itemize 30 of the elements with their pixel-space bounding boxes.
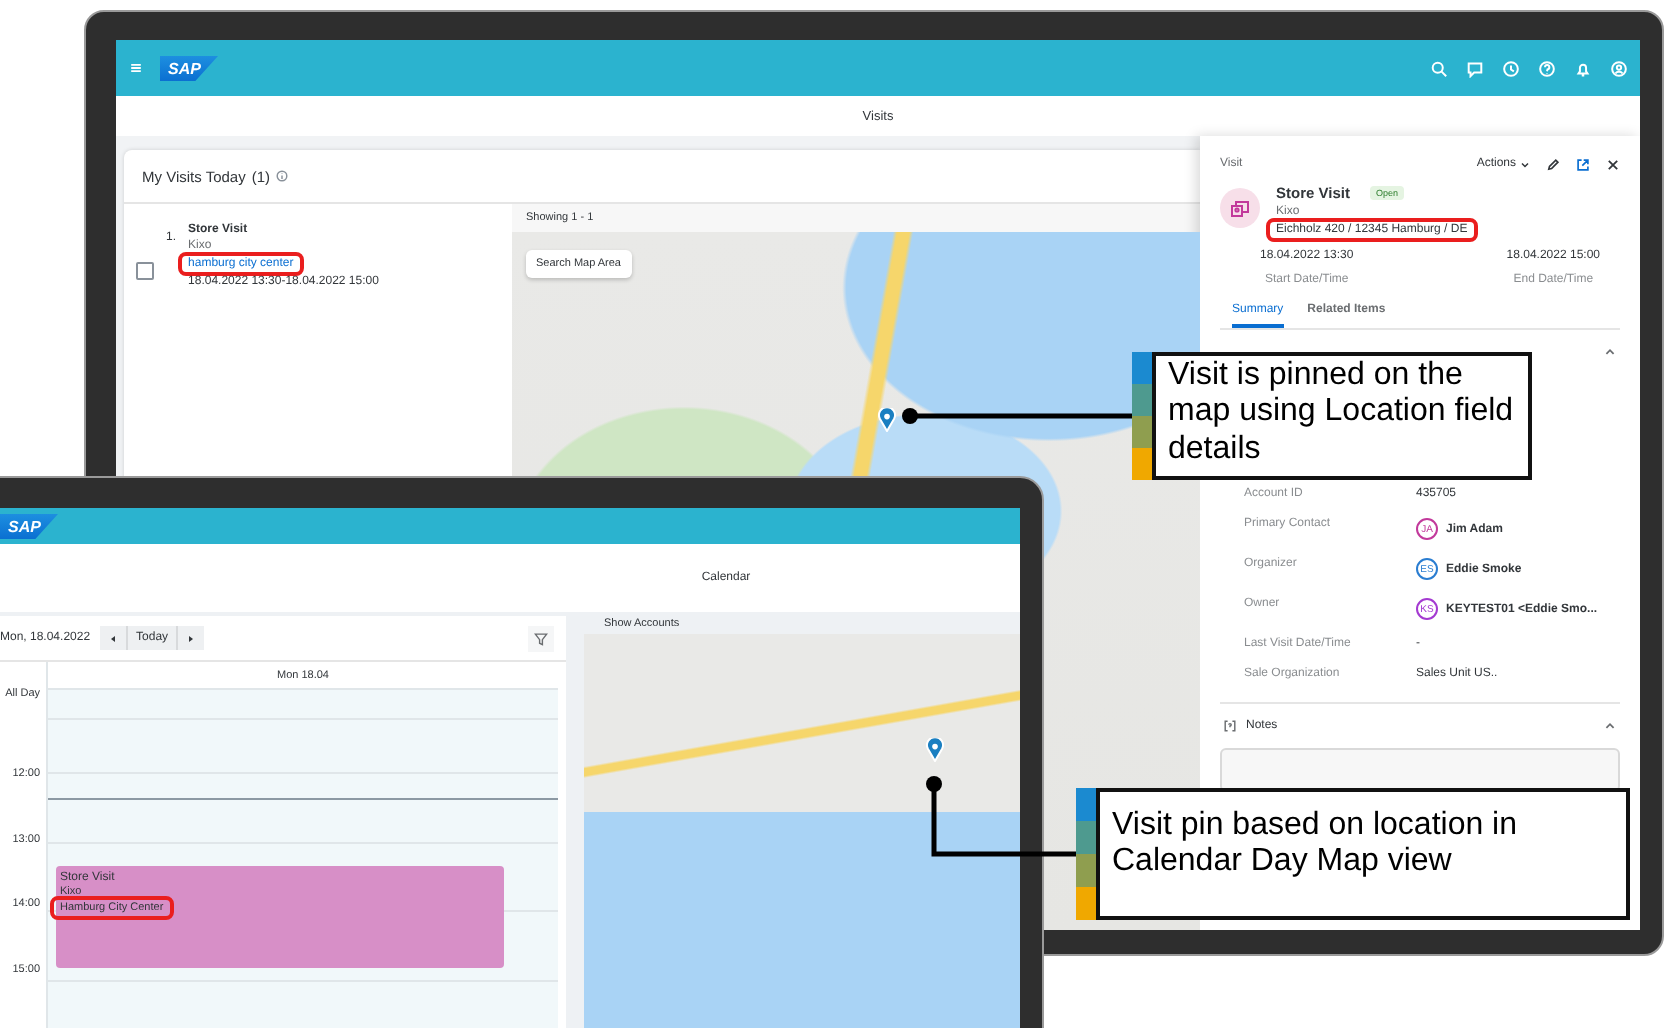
checkbox[interactable]: [136, 262, 154, 280]
caret-down-icon: [1520, 159, 1530, 169]
logo[interactable]: SAP: [0, 513, 59, 539]
menu-icon[interactable]: [128, 60, 144, 76]
pencil-icon[interactable]: [1546, 157, 1560, 171]
info-icon[interactable]: [276, 170, 288, 182]
notes-field[interactable]: [1220, 748, 1620, 792]
help-icon[interactable]: [1538, 59, 1556, 77]
color-strip-drawing: [1132, 352, 1152, 480]
history-icon[interactable]: [1502, 59, 1520, 77]
map-pin-icon[interactable]: [926, 738, 944, 762]
user-icon[interactable]: [1610, 59, 1628, 77]
bell-icon[interactable]: [1574, 59, 1592, 77]
color-strip-drawing: [1076, 788, 1096, 920]
callout-text: Visit is pinned on the map using Location field details: [1152, 352, 1532, 480]
close-icon[interactable]: [1606, 157, 1620, 171]
search-icon[interactable]: [1430, 59, 1448, 77]
notes-icon: [1224, 720, 1236, 732]
filter-icon: [534, 631, 548, 645]
visit-avatar: [1220, 188, 1260, 228]
chevron-up-icon[interactable]: [1604, 346, 1616, 358]
caret-left-icon: [108, 633, 119, 643]
caret-right-icon: [186, 633, 197, 643]
filter-button[interactable]: [528, 625, 554, 651]
logo[interactable]: SAP: [160, 55, 219, 81]
external-link-icon[interactable]: [1576, 157, 1590, 171]
callout-text: Visit pin based on location in Calendar Day Map view: [1096, 788, 1630, 920]
map-pin-icon[interactable]: [878, 408, 896, 432]
chevron-up-icon[interactable]: [1604, 720, 1616, 732]
chat-icon[interactable]: [1466, 59, 1484, 77]
